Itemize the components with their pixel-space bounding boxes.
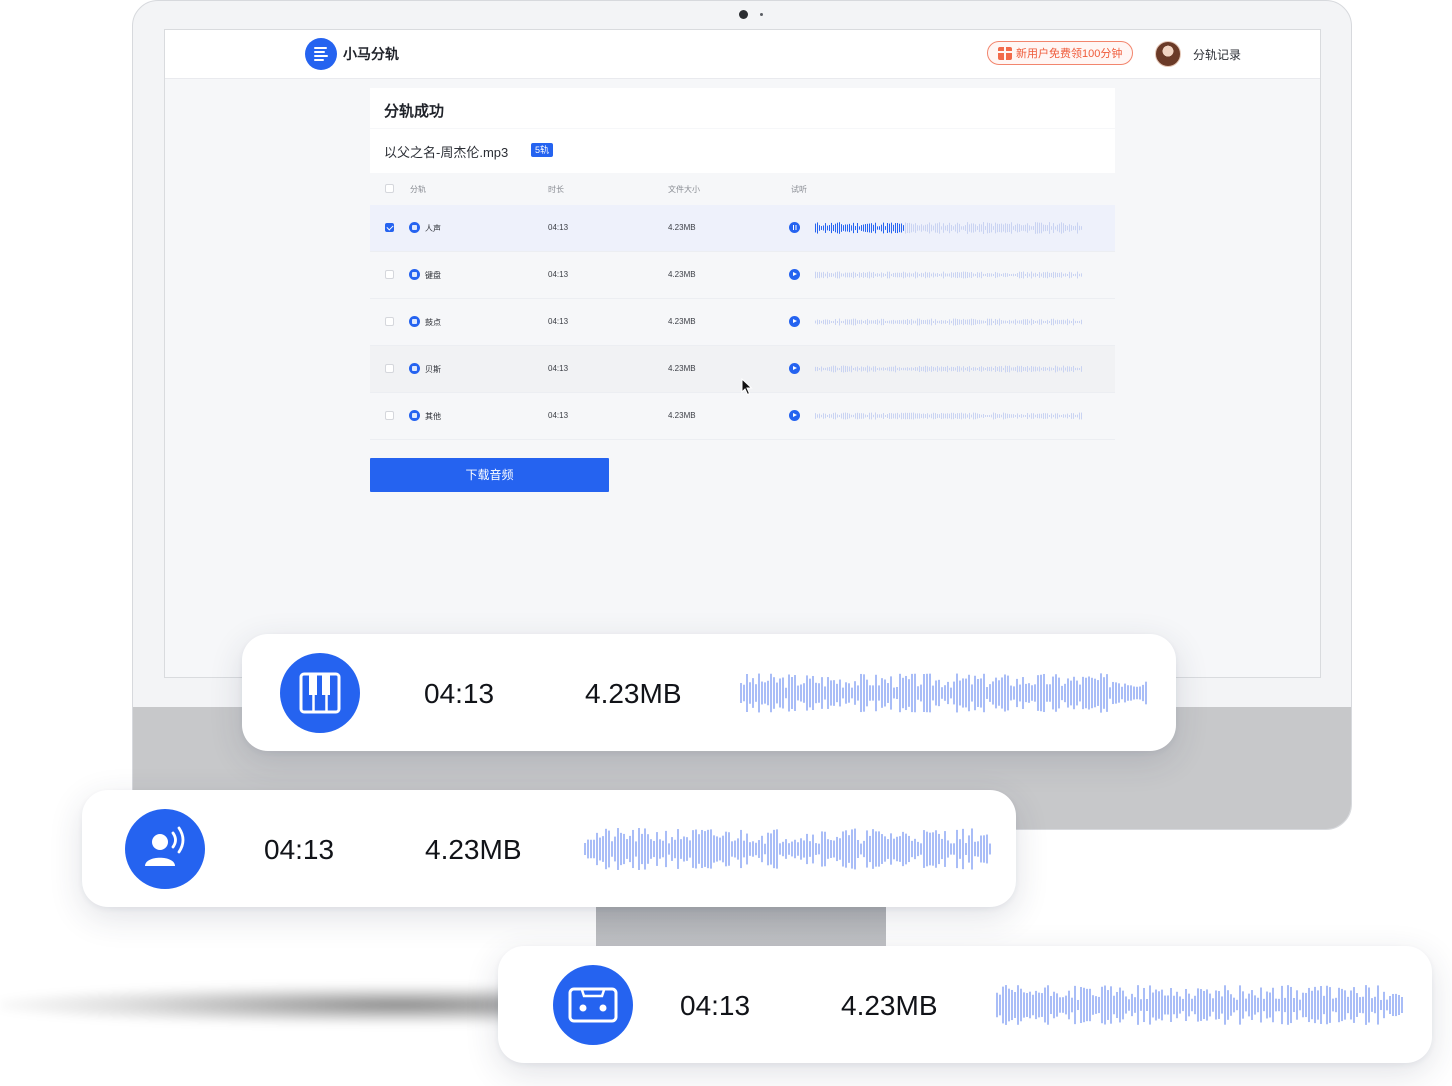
- waveform: [815, 222, 1082, 234]
- monitor-stand: [596, 905, 886, 947]
- track-checkbox[interactable]: [385, 411, 394, 420]
- card-size: 4.23MB: [425, 834, 522, 865]
- app-screen: 小马分轨 新用户免费领100分钟 分轨记录 分轨成功 以父之名-周杰伦.mp3 …: [164, 29, 1321, 678]
- track-checkbox[interactable]: [385, 317, 394, 326]
- card-duration: 04:13: [680, 990, 751, 1021]
- waveform: [815, 412, 1082, 420]
- card-duration: 04:13: [264, 834, 335, 865]
- other-icon: [409, 410, 420, 421]
- mouse-cursor-icon: [741, 378, 753, 396]
- track-size: 4.23MB: [668, 364, 696, 373]
- promo-badge[interactable]: 新用户免费领100分钟: [987, 41, 1134, 65]
- pause-icon[interactable]: [789, 222, 800, 233]
- track-name: 贝斯: [425, 365, 441, 374]
- gift-icon: [998, 47, 1012, 60]
- table-row[interactable]: 人声 04:13 4.23MB: [370, 205, 1115, 252]
- track-duration: 04:13: [548, 223, 569, 232]
- waveform: [815, 318, 1082, 326]
- track-duration: 04:13: [548, 270, 569, 279]
- column-header-preview: 试听: [791, 185, 807, 194]
- track-duration: 04:13: [548, 411, 569, 420]
- page-title: 分轨成功: [384, 103, 445, 120]
- track-size: 4.23MB: [668, 223, 696, 232]
- track-size: 4.23MB: [668, 411, 696, 420]
- file-info: 以父之名-周杰伦.mp3 5轨: [370, 129, 1115, 173]
- promo-text: 新用户免费领100分钟: [1016, 48, 1123, 60]
- card-size: 4.23MB: [841, 990, 938, 1021]
- track-count-badge: 5轨: [531, 143, 554, 157]
- track-name: 鼓点: [425, 318, 441, 327]
- waveform: [584, 828, 991, 870]
- waveform: [740, 673, 1147, 713]
- bass-icon: [409, 363, 420, 374]
- track-table: 分轨 时长 文件大小 试听 人声 04:13 4.23MB 键盘 04:13 4.23MB…: [370, 173, 1115, 440]
- column-header-size: 文件大小: [668, 185, 700, 194]
- track-name: 键盘: [425, 271, 441, 280]
- sensor-dot: [760, 13, 763, 16]
- waveform: [815, 271, 1082, 279]
- download-button[interactable]: 下载音频: [370, 458, 609, 492]
- camera-icon: [739, 10, 748, 19]
- waveform: [815, 365, 1082, 373]
- records-link[interactable]: 分轨记录: [1193, 46, 1241, 63]
- cassette-icon: [553, 965, 633, 1045]
- track-checkbox[interactable]: [385, 270, 394, 279]
- table-row[interactable]: 键盘 04:13 4.23MB: [370, 252, 1115, 299]
- brand-name: 小马分轨: [343, 46, 399, 62]
- card-duration: 04:13: [424, 678, 495, 709]
- piano-keys-icon: [280, 653, 360, 733]
- table-row[interactable]: 其他 04:13 4.23MB: [370, 393, 1115, 440]
- track-card-keyboard[interactable]: 04:13 4.23MB: [242, 634, 1176, 751]
- column-header-duration: 时长: [548, 185, 564, 194]
- track-checkbox[interactable]: [385, 223, 394, 232]
- track-size: 4.23MB: [668, 270, 696, 279]
- track-duration: 04:13: [548, 317, 569, 326]
- card-size: 4.23MB: [585, 678, 682, 709]
- table-header: 分轨 时长 文件大小 试听: [370, 173, 1115, 205]
- avatar[interactable]: [1155, 41, 1181, 67]
- track-card-other[interactable]: 04:13 4.23MB: [498, 946, 1432, 1063]
- select-all-checkbox[interactable]: [385, 184, 394, 193]
- vocal-icon: [409, 222, 420, 233]
- keyboard-icon: [409, 269, 420, 280]
- play-icon[interactable]: [789, 363, 800, 374]
- track-size: 4.23MB: [668, 317, 696, 326]
- column-header-track: 分轨: [410, 185, 426, 194]
- result-header: 分轨成功: [370, 88, 1115, 128]
- play-icon[interactable]: [789, 410, 800, 421]
- singer-icon: [125, 809, 205, 889]
- file-name: 以父之名-周杰伦.mp3: [384, 145, 509, 160]
- waveform: [996, 985, 1403, 1025]
- table-row[interactable]: 鼓点 04:13 4.23MB: [370, 299, 1115, 346]
- track-duration: 04:13: [548, 364, 569, 373]
- track-name: 人声: [425, 224, 441, 233]
- track-checkbox[interactable]: [385, 364, 394, 373]
- play-icon[interactable]: [789, 269, 800, 280]
- logo-icon[interactable]: [305, 38, 337, 70]
- track-card-vocal[interactable]: 04:13 4.23MB: [82, 790, 1016, 907]
- drum-icon: [409, 316, 420, 327]
- play-icon[interactable]: [789, 316, 800, 327]
- app-header: 小马分轨 新用户免费领100分钟 分轨记录: [165, 30, 1320, 79]
- track-name: 其他: [425, 412, 441, 421]
